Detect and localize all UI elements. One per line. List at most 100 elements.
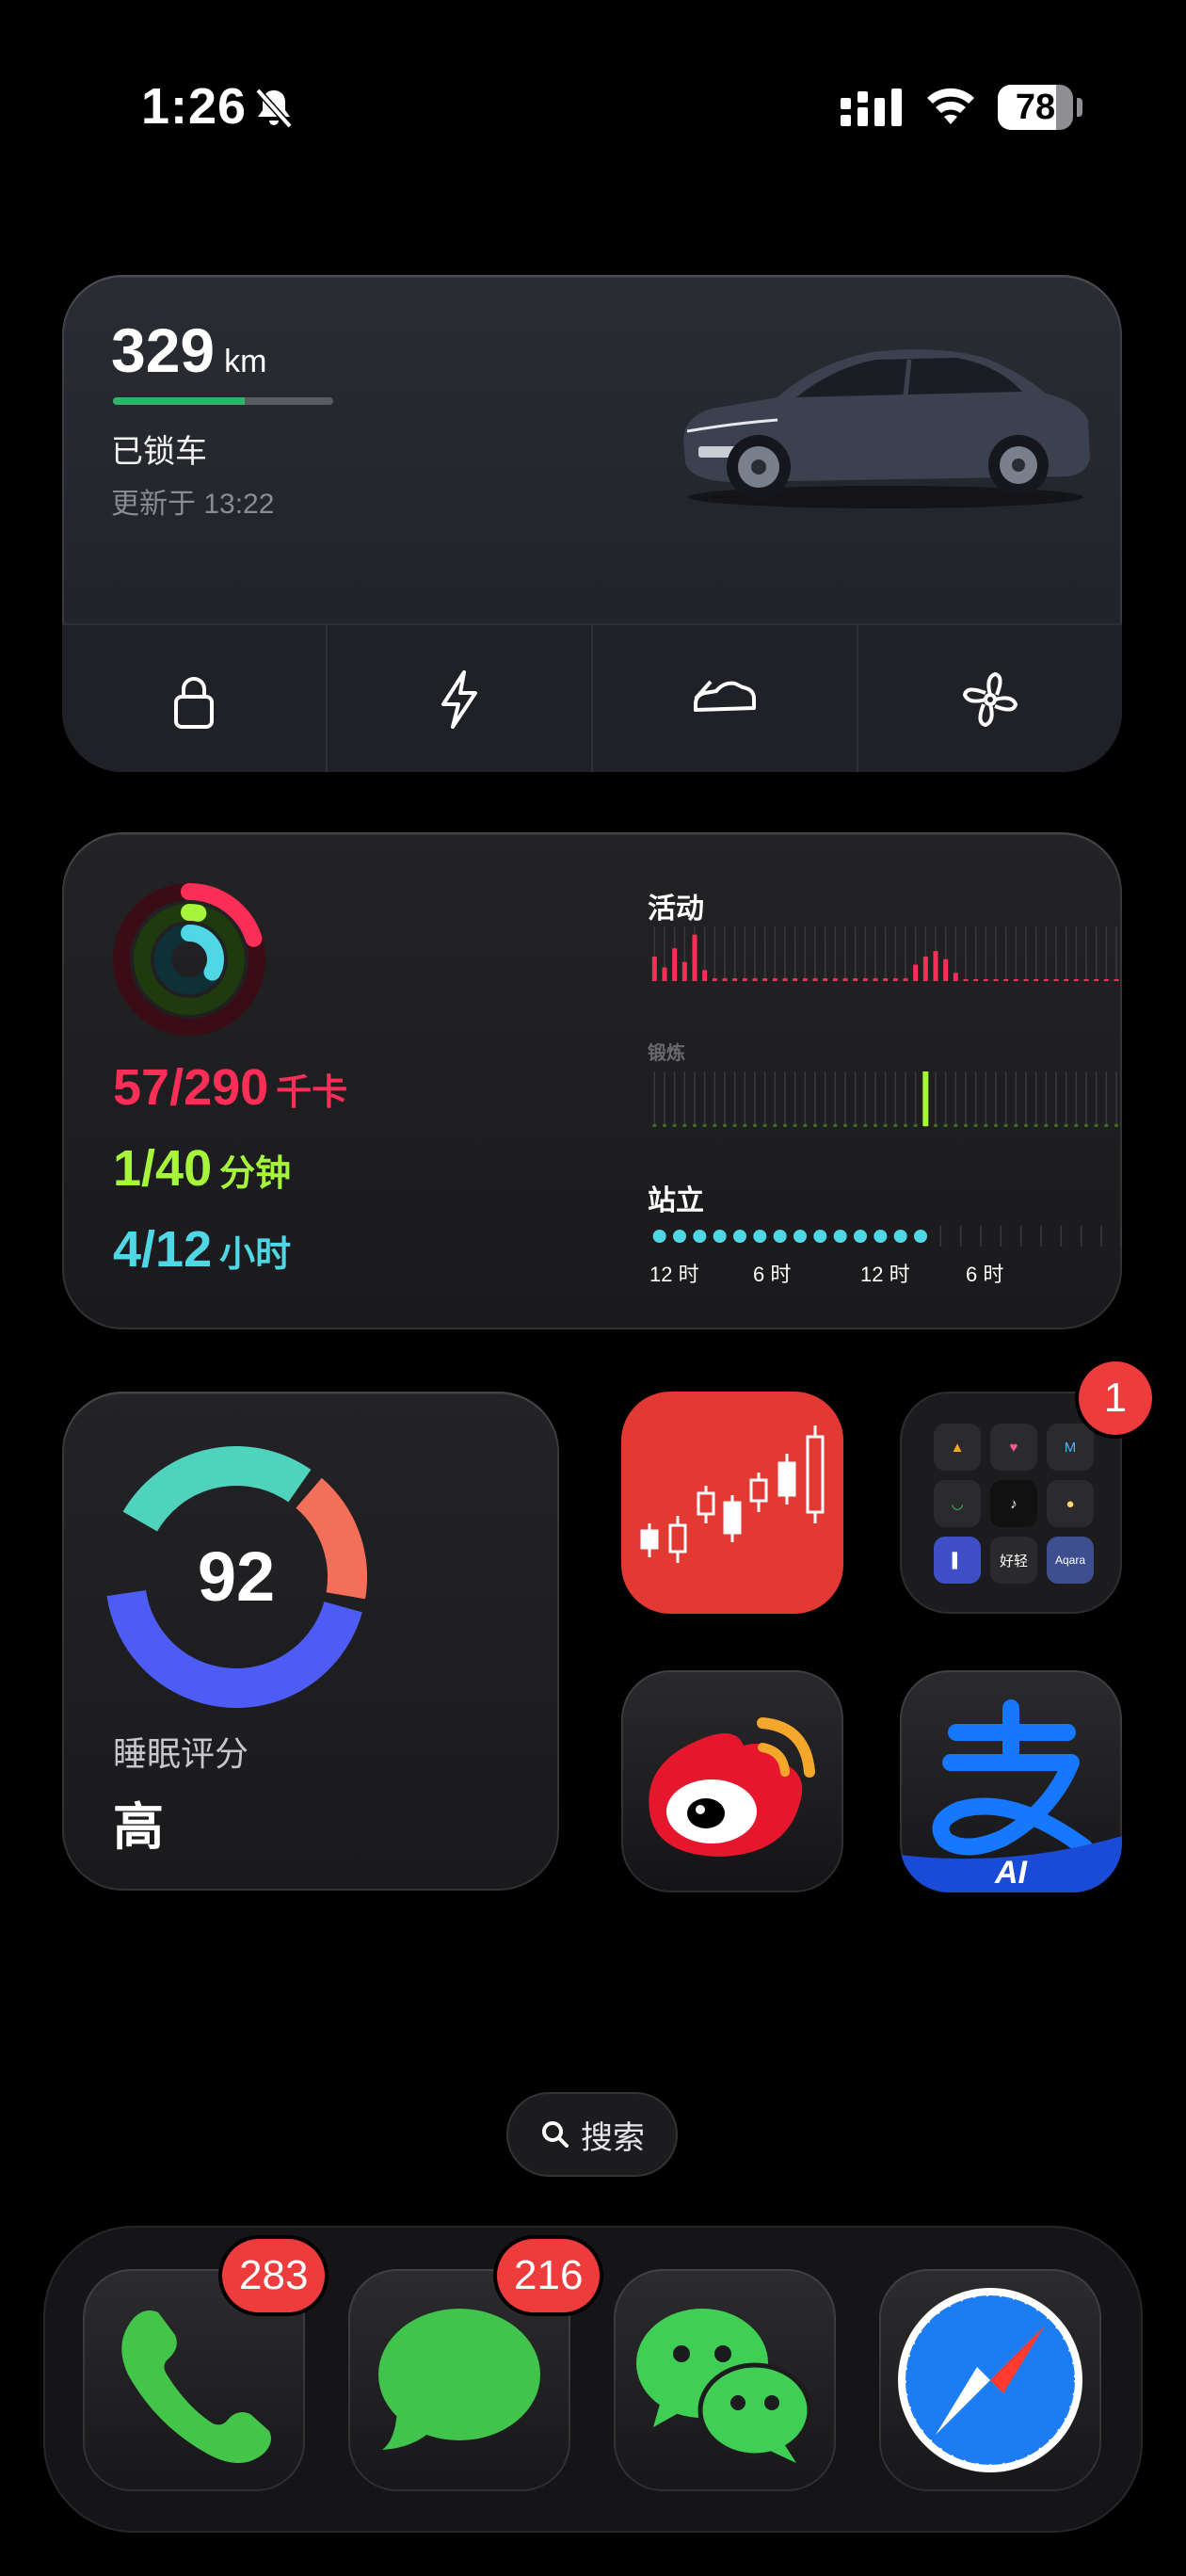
tiktok-icon: ♪ [990, 1480, 1037, 1527]
car-trunk-icon [694, 680, 756, 712]
exercise-bar [943, 1124, 948, 1127]
exercise-bar [1084, 1124, 1088, 1127]
move-bar [681, 961, 687, 981]
exercise-bar [652, 1124, 657, 1127]
move-bar [873, 978, 878, 981]
exercise-bar [672, 1124, 677, 1127]
exercise-bar [833, 1124, 838, 1127]
sleep-widget[interactable]: 92 睡眠评分 高 [62, 1392, 559, 1891]
folder-app-icon: ▲ [934, 1424, 981, 1471]
exercise-bar [732, 1124, 737, 1127]
exercise-bar [1064, 1124, 1068, 1127]
stand-dot [713, 1230, 727, 1243]
move-bar [712, 978, 717, 981]
folder-app-icon: ◡ [934, 1480, 981, 1527]
exercise-bar [1074, 1124, 1079, 1127]
exercise-bar [1024, 1124, 1028, 1127]
wechat-app-icon[interactable] [614, 2269, 836, 2491]
move-bar [732, 978, 738, 981]
stand-dot [773, 1230, 787, 1243]
move-bar [862, 978, 868, 981]
stand-dot [693, 1230, 707, 1243]
exercise-bar [713, 1124, 717, 1127]
move-bar [752, 978, 758, 981]
exercise-bar [1104, 1124, 1109, 1127]
exercise-bar [702, 1124, 707, 1127]
exercise-peak-bar [922, 1071, 929, 1126]
exercise-bar [1054, 1124, 1058, 1127]
search-button[interactable]: 搜索 [506, 2092, 678, 2177]
move-bar [892, 978, 898, 981]
exercise-bar [863, 1124, 868, 1127]
exercise-bar [1094, 1124, 1098, 1127]
move-hourly-chart [651, 926, 1119, 981]
move-value: 57/290 千卡 [113, 1059, 348, 1116]
move-bar [933, 951, 938, 981]
exercise-bar [873, 1124, 877, 1127]
move-bar [853, 978, 858, 981]
sleep-score: 92 [197, 1538, 276, 1616]
exercise-bar [913, 1124, 918, 1127]
car-updated-time: 更新于 13:22 [111, 489, 275, 520]
folder-app-icon: ♥ [990, 1424, 1037, 1471]
car-range-bar [113, 397, 333, 405]
exercise-bar [984, 1124, 988, 1127]
bolt-icon [441, 670, 477, 729]
activity-rings [113, 883, 265, 1036]
stock-app-icon[interactable] [621, 1392, 843, 1614]
move-bar [762, 978, 768, 981]
move-bar [953, 973, 958, 981]
move-bar [943, 958, 949, 981]
car-controls [62, 623, 1122, 772]
exercise-bar [793, 1124, 797, 1127]
exercise-bar [813, 1124, 817, 1127]
exercise-bar [753, 1124, 757, 1127]
exercise-bar [663, 1124, 666, 1127]
exercise-bar [954, 1124, 958, 1127]
move-bar [651, 956, 657, 981]
exercise-chart-label: 锻炼 [648, 1043, 685, 1064]
cellular-signal-icon [841, 89, 902, 126]
move-bar [1064, 979, 1069, 981]
car-lock-button[interactable] [62, 625, 328, 772]
move-bar [973, 979, 979, 981]
car-trunk-button[interactable] [593, 625, 858, 772]
exercise-bar [973, 1124, 978, 1127]
folder-app-label: 好轻 [990, 1537, 1037, 1584]
move-bar [832, 978, 838, 981]
exercise-hourly-chart [652, 1071, 1118, 1127]
stand-dot [854, 1230, 867, 1243]
exercise-value: 1/40 分钟 [113, 1140, 292, 1197]
exercise-bar [1044, 1124, 1049, 1127]
search-label: 搜索 [581, 2119, 645, 2156]
move-bar [722, 978, 728, 981]
car-charge-button[interactable] [328, 625, 593, 772]
app-folder[interactable]: ▲ ♥ M ◡ ♪ ● ▌ 好轻 Aqara [900, 1392, 1122, 1614]
stand-dot [813, 1230, 827, 1243]
stand-dot [914, 1230, 927, 1243]
weibo-app-icon[interactable] [621, 1670, 843, 1892]
stand-dot [833, 1230, 847, 1243]
activity-widget[interactable]: 57/290 千卡 1/40 分钟 4/12 小时 活动 锻炼 站立 12 时 6 时… [62, 832, 1122, 1329]
car-lock-status: 已锁车 [111, 434, 207, 470]
safari-app-icon[interactable] [879, 2269, 1101, 2491]
exercise-bar [1034, 1124, 1038, 1127]
move-bar [913, 964, 919, 981]
stand-hourly-chart [652, 1226, 1122, 1247]
move-bar [672, 948, 678, 981]
car-fan-button[interactable] [858, 625, 1122, 772]
weibo-icon [649, 1717, 815, 1857]
folder-app-icon: ● [1047, 1480, 1094, 1527]
move-bar [1003, 979, 1009, 981]
move-bar [842, 978, 848, 981]
status-time: 1:26 [141, 78, 248, 135]
exercise-bar [693, 1124, 697, 1127]
exercise-bar [934, 1124, 938, 1127]
car-widget[interactable]: 329 km 已锁车 更新于 13:22 [62, 275, 1122, 772]
exercise-bar [883, 1124, 888, 1127]
alipay-app-icon[interactable]: AI [900, 1670, 1122, 1892]
alipay-icon: AI [900, 1699, 1122, 1892]
exercise-bar [783, 1124, 787, 1127]
move-bar [1094, 979, 1099, 981]
exercise-bar [762, 1124, 767, 1127]
